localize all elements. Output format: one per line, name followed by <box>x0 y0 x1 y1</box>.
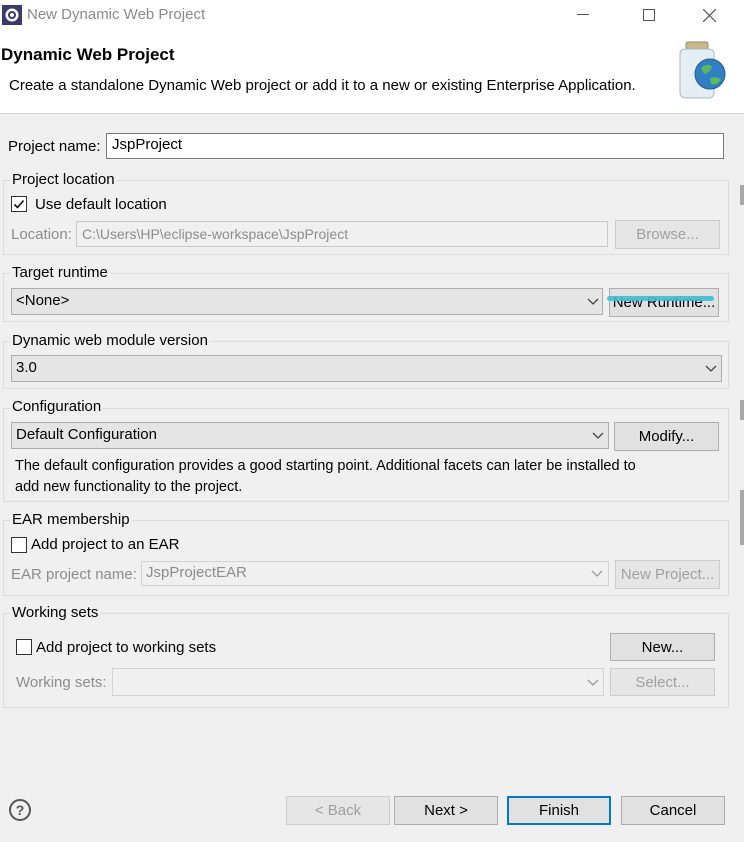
new-working-set-button[interactable]: New... <box>610 633 715 661</box>
use-default-location-checkbox[interactable] <box>11 196 27 212</box>
location-label: Location: <box>11 226 72 243</box>
configuration-description-line2: add new functionality to the project. <box>15 479 243 495</box>
target-runtime-select[interactable]: <None> <box>11 288 603 315</box>
cancel-button[interactable]: Cancel <box>621 796 725 825</box>
new-runtime-button[interactable]: New Runtime... <box>609 288 719 317</box>
window-title: New Dynamic Web Project <box>27 6 206 23</box>
chevron-down-icon <box>587 679 599 686</box>
web-module-version-value: 3.0 <box>16 359 37 376</box>
chevron-down-icon <box>587 298 599 305</box>
page-description: Create a standalone Dynamic Web project … <box>9 77 636 94</box>
add-to-ear-checkbox[interactable] <box>11 537 27 553</box>
chevron-down-icon <box>591 570 603 577</box>
target-runtime-value: <None> <box>16 292 70 309</box>
checkmark-icon <box>13 199 25 209</box>
maximize-icon <box>643 9 655 21</box>
chevron-down-icon <box>705 365 717 372</box>
next-button[interactable]: Next > <box>394 796 498 825</box>
background-window-edge <box>740 490 744 545</box>
web-module-version-select[interactable]: 3.0 <box>11 355 722 382</box>
working-sets-select[interactable] <box>112 668 604 696</box>
project-location-title: Project location <box>10 171 117 188</box>
configuration-title: Configuration <box>10 398 104 415</box>
select-working-sets-button[interactable]: Select... <box>610 668 715 696</box>
add-to-ear-label: Add project to an EAR <box>31 536 180 553</box>
ear-project-name-combo[interactable]: JspProjectEAR <box>141 561 609 586</box>
target-runtime-title: Target runtime <box>10 264 110 281</box>
browse-button[interactable]: Browse... <box>615 220 720 249</box>
ear-project-name-label: EAR project name: <box>11 566 137 583</box>
close-button[interactable] <box>686 0 732 30</box>
location-input[interactable]: C:\Users\HP\eclipse-workspace\JspProject <box>76 221 608 247</box>
minimize-icon <box>577 14 589 15</box>
project-name-input[interactable]: JspProject <box>106 133 724 159</box>
page-title: Dynamic Web Project <box>1 45 175 64</box>
add-to-working-sets-checkbox[interactable] <box>16 639 32 655</box>
use-default-location-label: Use default location <box>35 196 167 213</box>
configuration-description-line1: The default configuration provides a goo… <box>15 458 636 474</box>
back-button[interactable]: < Back <box>286 796 390 825</box>
add-to-working-sets-label: Add project to working sets <box>36 639 217 656</box>
new-ear-project-button[interactable]: New Project... <box>615 560 720 589</box>
help-glyph: ? <box>15 802 25 818</box>
project-name-label: Project name: <box>8 138 101 155</box>
web-project-jar-icon <box>679 41 726 99</box>
background-window-edge <box>740 400 744 420</box>
close-icon <box>702 8 716 22</box>
ear-membership-title: EAR membership <box>10 511 132 528</box>
finish-button[interactable]: Finish <box>507 796 611 825</box>
configuration-value: Default Configuration <box>16 426 157 443</box>
header-banner <box>0 30 744 114</box>
working-sets-title: Working sets <box>10 604 101 621</box>
maximize-button[interactable] <box>626 0 672 30</box>
configuration-select[interactable]: Default Configuration <box>11 422 609 449</box>
chevron-down-icon <box>592 432 604 439</box>
eclipse-app-icon <box>2 5 22 25</box>
minimize-button[interactable] <box>560 0 606 30</box>
background-window-edge <box>740 185 744 205</box>
web-module-version-title: Dynamic web module version <box>10 332 210 349</box>
working-sets-label: Working sets: <box>16 674 107 691</box>
modify-button[interactable]: Modify... <box>614 422 719 451</box>
highlighter-annotation <box>607 296 714 301</box>
ear-project-name-value: JspProjectEAR <box>146 564 247 581</box>
help-icon[interactable]: ? <box>9 799 31 821</box>
